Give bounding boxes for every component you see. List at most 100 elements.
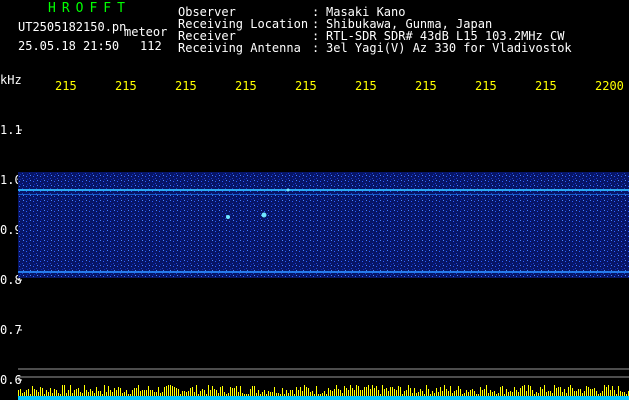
activity-bar [436, 388, 437, 396]
activity-bar [296, 387, 297, 396]
activity-bar [526, 391, 527, 396]
activity-bar [318, 394, 319, 396]
activity-bar [384, 389, 385, 396]
activity-bar [508, 392, 509, 396]
activity-bar [250, 389, 251, 396]
activity-bar [234, 388, 235, 396]
activity-bar [476, 394, 477, 396]
activity-bar [26, 390, 27, 396]
activity-bar [294, 394, 295, 396]
activity-bar [338, 389, 339, 396]
activity-bar [404, 391, 405, 396]
activity-bar [496, 394, 497, 396]
activity-bar [98, 391, 99, 396]
activity-bar [168, 385, 169, 396]
activity-bar [142, 390, 143, 396]
activity-bar [212, 386, 213, 396]
activity-bar [174, 387, 175, 396]
activity-bar [256, 393, 257, 396]
activity-bar [290, 390, 291, 396]
activity-bar [324, 391, 325, 396]
activity-bar [82, 393, 83, 396]
y-tick-0-6: 0.6 [0, 373, 22, 387]
activity-bar [540, 387, 541, 396]
activity-bar [134, 388, 135, 396]
activity-bar [380, 394, 381, 396]
activity-bar [428, 389, 429, 396]
activity-bar [422, 391, 423, 396]
y-tick-0-9: 0.9 [0, 223, 22, 237]
activity-bar [514, 387, 515, 396]
activity-bar [160, 393, 161, 396]
activity-bar [458, 386, 459, 396]
activity-bar [386, 388, 387, 396]
activity-bar [190, 388, 191, 396]
activity-bar [198, 394, 199, 396]
activity-bar [184, 391, 185, 396]
activity-bar [426, 385, 427, 396]
activity-bar [418, 392, 419, 396]
activity-bar [580, 389, 581, 396]
activity-bar [136, 388, 137, 396]
activity-bar [50, 388, 51, 396]
activity-bar [232, 388, 233, 396]
activity-bar [440, 387, 441, 396]
activity-bar [146, 390, 147, 396]
activity-bar [156, 392, 157, 396]
activity-bar [570, 385, 571, 396]
spectrogram-plot [18, 129, 629, 400]
activity-bar [610, 390, 611, 396]
activity-bar [342, 393, 343, 396]
activity-bar [102, 394, 103, 396]
activity-bar [498, 393, 499, 396]
activity-bar [40, 387, 41, 396]
activity-bar [434, 393, 435, 396]
activity-bar [272, 392, 273, 396]
y-tick-0-8: 0.8 [0, 273, 22, 287]
activity-bar [468, 392, 469, 396]
activity-bar [216, 390, 217, 396]
activity-bar [604, 385, 605, 396]
activity-bar [590, 389, 591, 396]
activity-bar [578, 389, 579, 396]
activity-bar [366, 387, 367, 396]
activity-bar [560, 387, 561, 396]
activity-bar [186, 392, 187, 396]
activity-bar [364, 387, 365, 396]
activity-bar [582, 393, 583, 396]
activity-bar [104, 385, 105, 396]
activity-bar [360, 390, 361, 396]
activity-bar [568, 387, 569, 396]
activity-bar [344, 386, 345, 396]
activity-bar [154, 392, 155, 396]
activity-bar [64, 385, 65, 396]
activity-bar [266, 394, 267, 396]
activity-bar [228, 393, 229, 396]
activity-bar [182, 391, 183, 396]
activity-bar [398, 386, 399, 396]
activity-bar [474, 391, 475, 396]
activity-bar [518, 392, 519, 396]
activity-bar [270, 392, 271, 396]
activity-bar [566, 393, 567, 396]
activity-bar [78, 388, 79, 396]
activity-bar [52, 393, 53, 396]
activity-bar [482, 390, 483, 396]
activity-bars [18, 385, 629, 396]
activity-bar [330, 390, 331, 396]
activity-bar [252, 386, 253, 396]
activity-bar [172, 386, 173, 396]
activity-bar [262, 392, 263, 396]
activity-bar [494, 391, 495, 396]
activity-bar [302, 391, 303, 396]
activity-bar [576, 391, 577, 396]
activity-bar [392, 387, 393, 396]
activity-bar [120, 388, 121, 396]
activity-bar [394, 389, 395, 396]
activity-bar [202, 389, 203, 396]
y-tick-1-1: 1.1 [0, 123, 22, 137]
activity-bar [158, 387, 159, 396]
activity-bar [30, 394, 31, 396]
activity-bar [246, 394, 247, 396]
activity-bar [220, 387, 221, 396]
